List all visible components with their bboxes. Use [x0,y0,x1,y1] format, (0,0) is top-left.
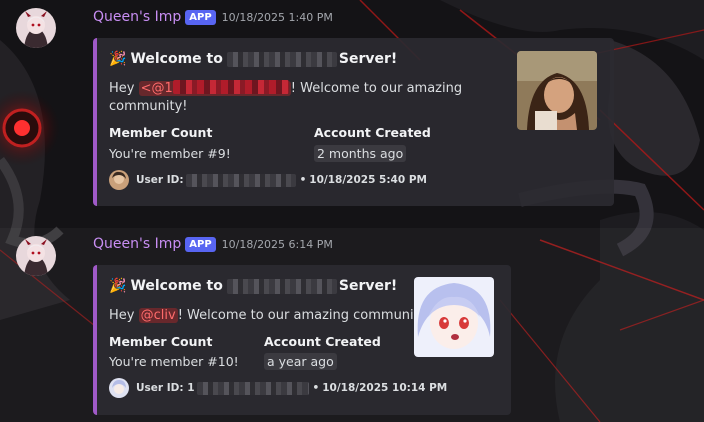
welcome-embed: 🎉 Welcome to Server! Hey <@1! Welcome to… [93,38,614,206]
mention-text: <@1 [140,81,173,96]
party-popper-icon: 🎉 [109,278,127,294]
embed-thumbnail[interactable] [517,51,597,130]
app-tag: APP [185,236,216,252]
username[interactable]: Queen's Imp [93,236,181,252]
censored-server-name [226,51,337,67]
bot-avatar[interactable] [16,236,56,276]
footer-user-id-label: User ID: 1 [136,382,195,394]
desc-prefix: Hey [109,81,135,96]
footer-user-id-label: User ID: [136,174,184,186]
field-value-account-created: 2 months ago [314,145,407,162]
footer-separator: • [312,382,320,394]
username[interactable]: Queen's Imp [93,9,181,25]
welcome-embed: 🎉 Welcome to Server! Hey @cliv! Welcome … [93,265,511,415]
message-2: Queen's Imp APP 10/18/2025 6:14 PM 🎉 Wel… [0,228,704,422]
censored-mention [172,80,289,94]
censored-user-id [185,173,296,187]
user-mention[interactable]: @cliv [138,308,178,323]
embed-title-prefix: Welcome to [130,51,223,67]
footer-user-avatar [109,378,129,398]
account-age: a year ago [264,353,337,370]
embed-description: Hey <@1! Welcome to our amazing communit… [109,80,479,116]
footer-time: 10/18/2025 10:14 PM [322,382,448,394]
embed-title-suffix: Server! [338,51,398,67]
desc-suffix: ! Welcome to our amazing community! [177,308,432,323]
embed-footer: User ID: • 10/18/2025 5:40 PM [109,170,427,190]
field-value-account-created: a year ago [264,353,337,370]
footer-time: 10/18/2025 5:40 PM [309,174,427,186]
party-popper-icon: 🎉 [109,51,127,67]
embed-title: 🎉 Welcome to Server! [109,278,397,294]
desc-prefix: Hey [109,308,135,323]
message-1: Queen's Imp APP 10/18/2025 1:40 PM 🎉 Wel… [0,0,704,216]
censored-server-name [226,278,337,294]
embed-title-suffix: Server! [338,278,398,294]
user-mention[interactable]: <@1 [138,80,291,96]
embed-title: 🎉 Welcome to Server! [109,51,397,67]
field-value-member-count: You're member #9! [109,146,231,161]
app-tag: APP [185,9,216,25]
censored-user-id [196,381,309,395]
footer-separator: • [299,174,307,186]
embed-thumbnail[interactable] [414,277,494,357]
embed-footer: User ID: 1 • 10/18/2025 10:14 PM [109,378,447,398]
account-age: 2 months ago [314,145,407,162]
timestamp[interactable]: 10/18/2025 6:14 PM [222,238,333,251]
field-name-account-created: Account Created [314,125,431,140]
bot-avatar[interactable] [16,8,56,48]
field-name-account-created: Account Created [264,334,381,349]
embed-description: Hey @cliv! Welcome to our amazing commun… [109,307,432,325]
timestamp[interactable]: 10/18/2025 1:40 PM [222,11,333,24]
embed-title-prefix: Welcome to [130,278,223,294]
field-value-member-count: You're member #10! [109,354,239,369]
field-name-member-count: Member Count [109,334,213,349]
footer-user-avatar [109,170,129,190]
field-name-member-count: Member Count [109,125,213,140]
